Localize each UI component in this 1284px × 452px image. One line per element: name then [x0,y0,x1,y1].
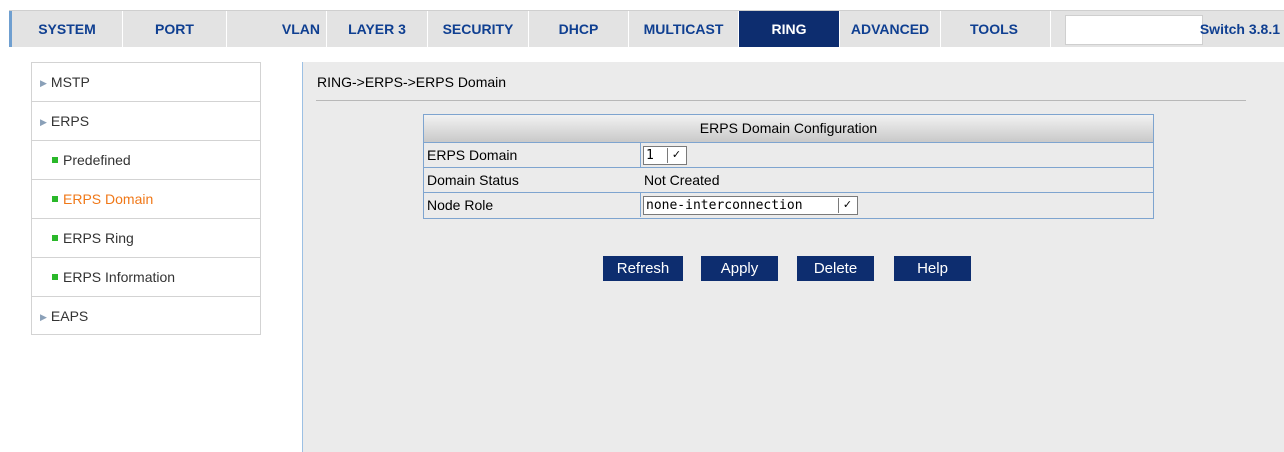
node-role-select[interactable]: none-interconnection ✓ [643,196,858,215]
node-role-select-value: none-interconnection [646,198,803,213]
tab-multicast[interactable]: MULTICAST [629,11,739,47]
triangle-right-icon: ▶ [40,312,47,322]
sidebar: ▶ MSTP ▶ ERPS Predefined ERPS Domain ERPS … [31,62,261,335]
domain-status-value: Not Created [644,172,720,188]
top-nav: SYSTEM PORT VLAN LAYER 3 SECURITY DHCP M… [9,10,1284,47]
square-bullet-icon [52,235,58,241]
table-row: Domain Status Not Created [424,168,1153,193]
tab-ring[interactable]: RING [739,11,840,47]
tab-advanced[interactable]: ADVANCED [840,11,941,47]
sidebar-item-label: ERPS [50,113,90,129]
sidebar-item-erps-ring[interactable]: ERPS Ring [31,218,261,257]
sidebar-item-erps-domain[interactable]: ERPS Domain [31,179,261,218]
erps-domain-config-table: ERPS Domain Configuration ERPS Domain 1 … [423,114,1154,219]
sidebar-item-label: MSTP [50,74,90,90]
sidebar-item-erps-information[interactable]: ERPS Information [31,257,261,296]
erps-domain-label: ERPS Domain [424,143,641,167]
sidebar-item-erps[interactable]: ▶ ERPS [31,101,261,140]
tab-system[interactable]: SYSTEM [12,11,123,47]
node-role-label: Node Role [424,193,641,217]
apply-button[interactable]: Apply [701,256,778,281]
sidebar-item-label: ERPS Domain [63,191,154,207]
sidebar-item-eaps[interactable]: ▶ EAPS [31,296,261,335]
tab-dhcp[interactable]: DHCP [529,11,629,47]
square-bullet-icon [52,157,58,163]
divider [316,100,1246,101]
breadcrumb: RING->ERPS->ERPS Domain [317,74,507,90]
triangle-right-icon: ▶ [40,78,47,88]
table-row: ERPS Domain 1 ✓ [424,143,1153,168]
sidebar-item-predefined[interactable]: Predefined [31,140,261,179]
sidebar-item-label: ERPS Ring [63,230,134,246]
delete-button[interactable]: Delete [797,256,874,281]
domain-status-label: Domain Status [427,172,519,188]
main-content: RING->ERPS->ERPS Domain ERPS Domain Conf… [303,62,1284,452]
square-bullet-icon [52,196,58,202]
sidebar-item-mstp[interactable]: ▶ MSTP [31,62,261,101]
triangle-right-icon: ▶ [40,117,47,127]
square-bullet-icon [52,274,58,280]
tab-tools[interactable]: TOOLS [941,11,1051,47]
tab-vlan[interactable]: VLAN [227,11,327,47]
help-button[interactable]: Help [894,256,971,281]
tab-layer3[interactable]: LAYER 3 [327,11,428,47]
table-title: ERPS Domain Configuration [424,115,1153,143]
sidebar-item-label: EAPS [50,308,89,324]
version-label: Switch 3.8.1 [1199,21,1280,37]
chevron-down-icon: ✓ [838,198,856,213]
erps-domain-select-value: 1 [646,148,654,163]
blank-field [1065,15,1203,45]
tab-port[interactable]: PORT [123,11,227,47]
refresh-button[interactable]: Refresh [603,256,683,281]
erps-domain-select[interactable]: 1 ✓ [643,146,687,165]
table-row: Node Role none-interconnection ✓ [424,193,1153,218]
sidebar-item-label: Predefined [63,152,131,168]
chevron-down-icon: ✓ [667,148,685,163]
sidebar-item-label: ERPS Information [63,269,176,285]
tab-security[interactable]: SECURITY [428,11,529,47]
